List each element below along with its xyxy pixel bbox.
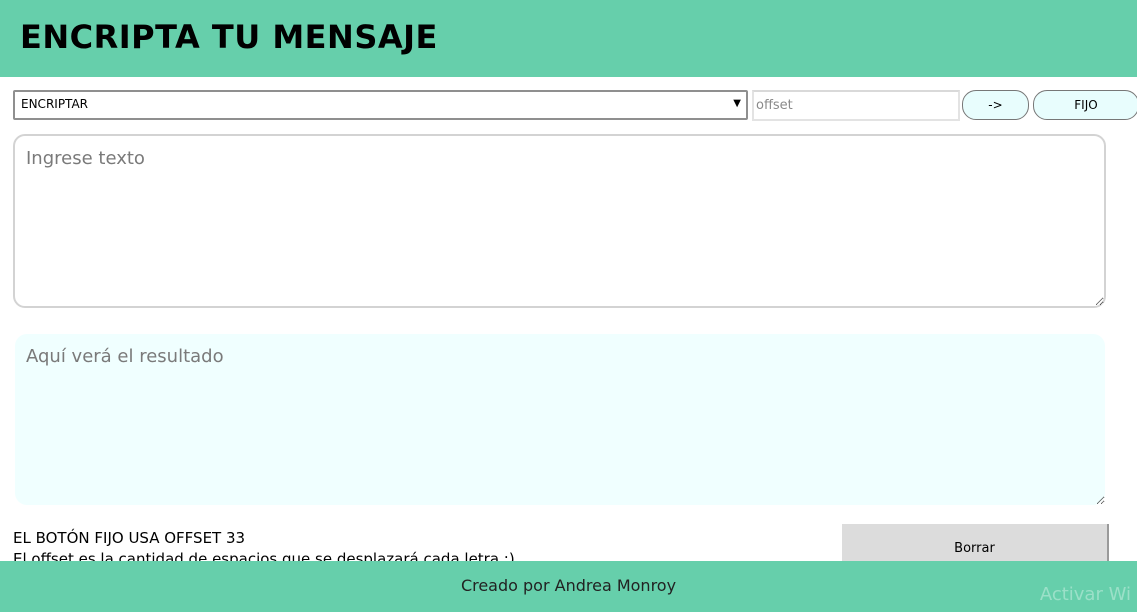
page-title: ENCRIPTA TU MENSAJE xyxy=(20,18,438,56)
fixed-offset-button[interactable]: FIJO xyxy=(1033,90,1137,120)
result-textarea[interactable] xyxy=(15,334,1105,505)
offset-input[interactable] xyxy=(752,90,960,121)
activation-watermark: Activar Wi xyxy=(1039,584,1131,605)
mode-select[interactable]: ENCRIPTAR ▼ xyxy=(13,90,748,120)
page-header: ENCRIPTA TU MENSAJE xyxy=(0,0,1137,77)
chevron-down-icon: ▼ xyxy=(733,98,741,109)
fixed-offset-note: EL BOTÓN FIJO USA OFFSET 33 xyxy=(13,529,246,547)
mode-select-value: ENCRIPTAR xyxy=(21,97,88,111)
footer-credit: Creado por Andrea Monroy xyxy=(460,576,677,595)
controls-bar: ENCRIPTAR ▼ -> FIJO xyxy=(0,90,1137,122)
page-footer: Creado por Andrea Monroy Activar Wi xyxy=(0,561,1137,612)
run-button[interactable]: -> xyxy=(962,90,1029,120)
input-textarea[interactable] xyxy=(13,134,1106,308)
